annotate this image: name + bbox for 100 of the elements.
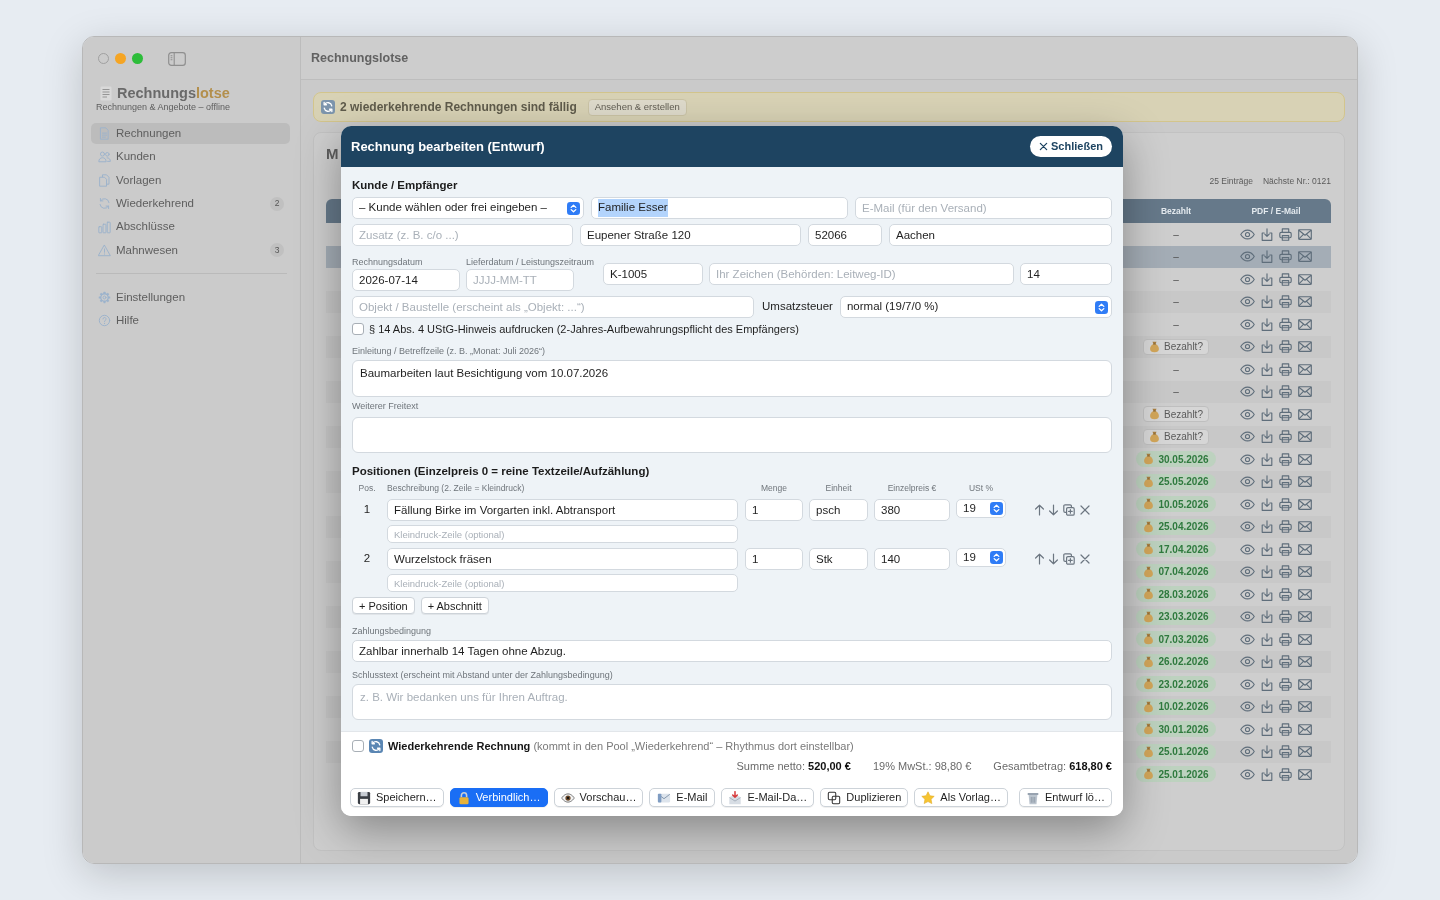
input-field[interactable]: Wurzelstock fräsen xyxy=(387,548,738,570)
printer-icon[interactable] xyxy=(1279,610,1292,624)
preview-eye-icon[interactable] xyxy=(1240,656,1255,668)
input-field[interactable]: Fällung Birke im Vorgarten inkl. Abtransport xyxy=(387,499,738,521)
preview-eye-icon[interactable] xyxy=(1240,543,1255,555)
printer-icon[interactable] xyxy=(1279,250,1292,264)
preview-eye-icon[interactable] xyxy=(1240,746,1255,758)
checkbox[interactable] xyxy=(352,323,364,335)
preview-eye-icon[interactable] xyxy=(1240,431,1255,443)
preview-eye-icon[interactable] xyxy=(1240,273,1255,285)
download-icon[interactable] xyxy=(1261,542,1273,556)
action-button[interactable]: Vorschau… xyxy=(553,788,644,807)
printer-icon[interactable] xyxy=(1279,745,1292,759)
download-icon[interactable] xyxy=(1261,745,1273,759)
add-button[interactable]: + Position xyxy=(352,597,415,614)
envelope-icon[interactable] xyxy=(1298,656,1312,668)
sidebar-toggle-icon[interactable] xyxy=(168,51,186,66)
action-button[interactable]: Duplizieren xyxy=(820,788,909,807)
envelope-icon[interactable] xyxy=(1298,363,1312,375)
date-field[interactable]: 2026-07-14 xyxy=(352,269,460,291)
input-field[interactable]: Eupener Straße 120 xyxy=(580,224,801,246)
envelope-icon[interactable] xyxy=(1298,273,1312,285)
printer-icon[interactable] xyxy=(1279,767,1292,781)
vat-select[interactable]: normal (19/7/0 %) xyxy=(839,296,1112,318)
download-icon[interactable] xyxy=(1261,677,1273,691)
envelope-icon[interactable] xyxy=(1298,341,1312,353)
action-button[interactable]: E-Mail-Da… xyxy=(721,788,815,807)
download-icon[interactable] xyxy=(1261,385,1273,399)
input-field[interactable]: 1 xyxy=(745,499,803,521)
preview-eye-icon[interactable] xyxy=(1240,498,1255,510)
sidebar-item[interactable]: Mahnwesen 3 xyxy=(91,239,290,261)
input-field[interactable]: Objekt / Baustelle (erscheint als „Objekt: ...“) xyxy=(352,296,754,318)
sidebar-item[interactable]: Hilfe xyxy=(91,310,290,332)
printer-icon[interactable] xyxy=(1279,655,1292,669)
envelope-icon[interactable] xyxy=(1298,588,1312,600)
printer-icon[interactable] xyxy=(1279,272,1292,286)
preview-eye-icon[interactable] xyxy=(1240,521,1255,533)
preview-eye-icon[interactable] xyxy=(1240,318,1255,330)
printer-icon[interactable] xyxy=(1279,700,1292,714)
envelope-icon[interactable] xyxy=(1298,701,1312,713)
download-icon[interactable] xyxy=(1261,317,1273,331)
checkbox[interactable] xyxy=(352,740,364,752)
printer-icon[interactable] xyxy=(1279,587,1292,601)
vat-rate-select[interactable]: 19 xyxy=(956,499,1006,518)
text-area[interactable]: Baumarbeiten laut Besichtigung vom 10.07.2026 xyxy=(352,360,1112,397)
printer-icon[interactable] xyxy=(1279,452,1292,466)
vat-rate-select[interactable]: 19 xyxy=(956,548,1006,567)
close-button[interactable]: Schließen xyxy=(1030,136,1112,157)
printer-icon[interactable] xyxy=(1279,520,1292,534)
preview-eye-icon[interactable] xyxy=(1240,363,1255,375)
sidebar-item[interactable]: Abschlüsse xyxy=(91,216,290,238)
download-icon[interactable] xyxy=(1261,250,1273,264)
printer-icon[interactable] xyxy=(1279,475,1292,489)
preview-eye-icon[interactable] xyxy=(1240,296,1255,308)
download-icon[interactable] xyxy=(1261,452,1273,466)
action-button[interactable]: E-Mail xyxy=(649,788,716,807)
input-field[interactable]: Zahlbar innerhalb 14 Tagen ohne Abzug. xyxy=(352,640,1112,662)
printer-icon[interactable] xyxy=(1279,317,1292,331)
printer-icon[interactable] xyxy=(1279,632,1292,646)
sidebar-item[interactable]: Einstellungen xyxy=(91,286,290,308)
input-field[interactable]: 380 xyxy=(874,499,950,521)
envelope-icon[interactable] xyxy=(1298,228,1312,240)
envelope-icon[interactable] xyxy=(1298,746,1312,758)
download-icon[interactable] xyxy=(1261,475,1273,489)
arrow-up-icon[interactable] xyxy=(1034,553,1045,565)
add-button[interactable]: + Abschnitt xyxy=(420,597,489,614)
preview-eye-icon[interactable] xyxy=(1240,768,1255,780)
fine-print-field[interactable]: Kleindruck-Zeile (optional) xyxy=(387,574,738,592)
download-icon[interactable] xyxy=(1261,587,1273,601)
envelope-icon[interactable] xyxy=(1298,521,1312,533)
printer-icon[interactable] xyxy=(1279,227,1292,241)
envelope-icon[interactable] xyxy=(1298,633,1312,645)
preview-eye-icon[interactable] xyxy=(1240,701,1255,713)
input-field[interactable]: 14 xyxy=(1020,263,1112,285)
envelope-icon[interactable] xyxy=(1298,318,1312,330)
input-field[interactable]: K-1005 xyxy=(603,263,703,285)
duplicate-icon[interactable] xyxy=(1063,504,1075,516)
input-field[interactable]: 140 xyxy=(874,548,950,570)
printer-icon[interactable] xyxy=(1279,565,1292,579)
preview-eye-icon[interactable] xyxy=(1240,588,1255,600)
input-field[interactable]: 1 xyxy=(745,548,803,570)
input-field[interactable]: Zusatz (z. B. c/o ...) xyxy=(352,224,573,246)
envelope-icon[interactable] xyxy=(1298,678,1312,690)
envelope-icon[interactable] xyxy=(1298,543,1312,555)
download-icon[interactable] xyxy=(1261,295,1273,309)
download-icon[interactable] xyxy=(1261,272,1273,286)
envelope-icon[interactable] xyxy=(1298,768,1312,780)
preview-eye-icon[interactable] xyxy=(1240,678,1255,690)
delete-icon[interactable] xyxy=(1080,554,1090,564)
duplicate-icon[interactable] xyxy=(1063,553,1075,565)
preview-eye-icon[interactable] xyxy=(1240,633,1255,645)
printer-icon[interactable] xyxy=(1279,385,1292,399)
preview-eye-icon[interactable] xyxy=(1240,228,1255,240)
preview-eye-icon[interactable] xyxy=(1240,408,1255,420)
arrow-down-icon[interactable] xyxy=(1048,504,1059,516)
printer-icon[interactable] xyxy=(1279,722,1292,736)
printer-icon[interactable] xyxy=(1279,677,1292,691)
envelope-icon[interactable] xyxy=(1298,386,1312,398)
download-icon[interactable] xyxy=(1261,362,1273,376)
envelope-icon[interactable] xyxy=(1298,566,1312,578)
